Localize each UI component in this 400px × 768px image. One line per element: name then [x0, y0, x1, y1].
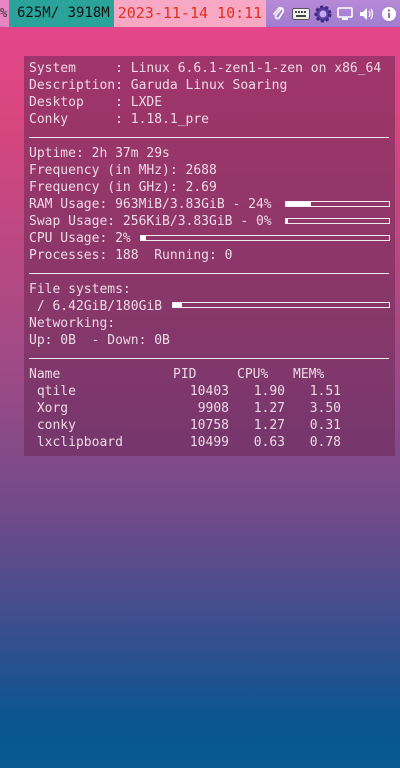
cpu-usage-line: CPU Usage: 2% [29, 231, 131, 246]
root-filesystem-bar [172, 302, 390, 308]
root-filesystem-line: / 6.42GiB/180GiB [29, 299, 163, 314]
volume-icon[interactable] [356, 0, 378, 27]
process-name: Xorg [29, 401, 69, 416]
process-cpu: 0.63 [253, 435, 285, 450]
process-cpu: 1.27 [253, 401, 285, 416]
paperclip-icon[interactable] [268, 0, 290, 27]
ram-usage-bar [285, 201, 390, 207]
divider [29, 358, 389, 359]
desktop-line: Desktop : LXDE [29, 95, 163, 110]
keyboard-icon[interactable] [290, 0, 312, 27]
clock-widget[interactable]: 2023-11-14 10:11 [113, 0, 267, 27]
swap-usage-line: Swap Usage: 256KiB/3.83GiB - 0% [29, 214, 272, 229]
process-pid: 10499 [189, 435, 229, 450]
swap-usage-bar [285, 218, 390, 224]
networking-heading: Networking: [29, 316, 116, 331]
process-cpu: 1.90 [253, 384, 285, 399]
swap-usage-fill [286, 219, 289, 223]
info-icon[interactable] [378, 0, 400, 27]
percent-widget: % [0, 0, 9, 27]
gear-icon[interactable] [312, 0, 334, 27]
table-row: Xorg 9908 1.27 3.50 [29, 400, 389, 417]
ram-usage-line: RAM Usage: 963MiB/3.83GiB - 24% [29, 197, 272, 212]
frequency-mhz-line: Frequency (in MHz): 2688 [29, 163, 217, 178]
column-pid: PID [173, 367, 197, 382]
process-pid: 9908 [197, 401, 229, 416]
process-cpu: 1.27 [253, 418, 285, 433]
process-name: lxclipboard [29, 435, 123, 450]
process-mem: 0.31 [309, 418, 341, 433]
process-mem: 3.50 [309, 401, 341, 416]
network-traffic-line: Up: 0B - Down: 0B [29, 333, 170, 348]
divider [29, 137, 389, 138]
column-cpu: CPU% [237, 367, 269, 382]
system-line: System : Linux 6.6.1-zen1-1-zen on x86_6… [29, 61, 382, 76]
frequency-ghz-line: Frequency (in GHz): 2.69 [29, 180, 217, 195]
process-mem: 0.78 [309, 435, 341, 450]
uptime-line: Uptime: 2h 37m 29s [29, 146, 170, 161]
root-filesystem-fill [173, 303, 182, 307]
conky-version-line: Conky : 1.18.1_pre [29, 112, 210, 127]
memory-widget: 625M/ 3918M [9, 0, 114, 27]
filesystems-heading: File systems: [29, 282, 131, 297]
process-name: conky [29, 418, 76, 433]
cpu-usage-bar [140, 235, 390, 241]
ram-usage-fill [286, 202, 311, 206]
description-line: Description: Garuda Linux Soaring [29, 78, 288, 93]
table-row: qtile 10403 1.90 1.51 [29, 383, 389, 400]
column-name: Name [29, 367, 61, 382]
column-mem: MEM% [293, 367, 325, 382]
process-mem: 1.51 [309, 384, 341, 399]
process-table-header: Name PID CPU% MEM% [29, 366, 389, 383]
monitor-icon[interactable] [334, 0, 356, 27]
process-name: qtile [29, 384, 76, 399]
cpu-usage-fill [141, 236, 146, 240]
process-pid: 10403 [189, 384, 229, 399]
table-row: lxclipboard 10499 0.63 0.78 [29, 434, 389, 451]
table-row: conky 10758 1.27 0.31 [29, 417, 389, 434]
process-pid: 10758 [189, 418, 229, 433]
system-tray [268, 0, 400, 27]
conky-panel: System : Linux 6.6.1-zen1-1-zen on x86_6… [24, 56, 395, 456]
divider [29, 273, 389, 274]
top-bar: % 625M/ 3918M 2023-11-14 10:11 [0, 0, 400, 27]
processes-line: Processes: 188 Running: 0 [29, 248, 233, 263]
